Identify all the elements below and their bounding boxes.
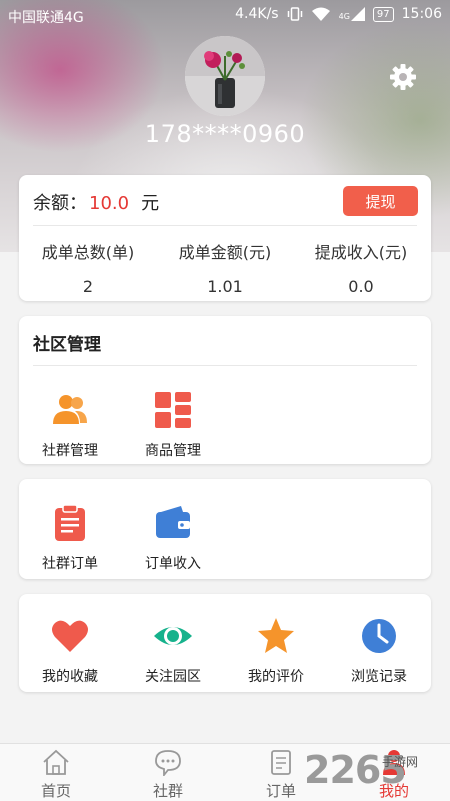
wallet-icon	[156, 506, 190, 538]
stat-value: 0.0	[348, 277, 374, 296]
product-manage-item[interactable]: 商品管理	[123, 390, 223, 460]
signal-icon	[350, 7, 365, 21]
order-icon	[271, 750, 291, 775]
clock-icon	[362, 619, 396, 653]
stat-order-count: 成单总数(单) 2	[18, 239, 158, 296]
status-bar: 中国联通4G 4.4K/s 4G 97 15:06	[0, 0, 450, 32]
community-orders-item[interactable]: 社群订单	[20, 503, 120, 573]
community-manage-item[interactable]: 社群管理	[20, 390, 120, 460]
stat-order-amount: 成单金额(元) 1.01	[155, 239, 295, 296]
vibrate-icon	[287, 7, 302, 21]
carrier-label: 中国联通4G	[8, 10, 84, 26]
balance-label: 余额：	[33, 193, 87, 214]
activity-card: 我的收藏 关注园区 我的评价 浏览记录	[19, 594, 431, 692]
clipboard-icon	[55, 504, 85, 541]
eye-icon	[154, 627, 192, 645]
order-income-item[interactable]: 订单收入	[123, 503, 223, 573]
my-reviews-item[interactable]: 我的评价	[226, 616, 326, 686]
heart-icon	[52, 620, 88, 652]
stat-label: 成单金额(元)	[178, 243, 272, 262]
flower-vase-avatar-icon	[185, 36, 265, 116]
wifi-icon	[311, 7, 330, 21]
item-label: 商品管理	[145, 443, 201, 459]
stat-value: 2	[82, 277, 94, 296]
balance-card: 余额： 10.0 元 提现 成单总数(单) 2 成单金额(元) 1.01 提成收…	[19, 175, 431, 301]
item-label: 订单收入	[145, 556, 201, 572]
network-speed: 4.4K/s	[235, 6, 279, 22]
stat-value: 1.01	[207, 277, 243, 296]
followed-parks-item[interactable]: 关注园区	[123, 616, 223, 686]
balance-unit: 元	[141, 193, 160, 214]
star-icon	[258, 618, 294, 653]
home-icon	[43, 749, 69, 775]
item-label: 社群管理	[42, 443, 98, 459]
divider	[33, 365, 417, 366]
browse-history-item[interactable]: 浏览记录	[329, 616, 429, 686]
section-title: 社区管理	[33, 335, 101, 355]
watermark-subtitle: 手游网	[382, 755, 419, 769]
nav-community[interactable]: 社群	[128, 748, 208, 801]
item-label: 关注园区	[145, 669, 201, 685]
divider	[33, 225, 417, 226]
community-management-card: 社区管理 社群管理 商品管理	[19, 316, 431, 464]
clock: 15:06	[401, 6, 442, 22]
settings-gear-icon[interactable]	[388, 62, 418, 92]
battery-indicator: 97	[372, 6, 394, 22]
item-label: 社群订单	[42, 556, 98, 572]
nav-home[interactable]: 首页	[16, 748, 96, 801]
user-phone-number: 178****0960	[144, 120, 306, 148]
avatar[interactable]	[185, 36, 265, 116]
item-label: 浏览记录	[351, 669, 407, 685]
users-icon	[53, 395, 87, 424]
withdraw-button[interactable]: 提现	[343, 186, 418, 216]
item-label: 我的收藏	[42, 669, 98, 685]
grid-icon	[155, 392, 191, 428]
my-favorites-item[interactable]: 我的收藏	[20, 616, 120, 686]
nav-label: 首页	[40, 782, 71, 800]
nav-label: 社群	[152, 782, 183, 800]
balance-value: 10.0	[89, 193, 130, 214]
chat-icon	[155, 750, 181, 778]
stat-label: 提成收入(元)	[314, 243, 408, 262]
network-type: 4G	[338, 12, 350, 21]
balance-row: 余额： 10.0 元	[33, 189, 159, 215]
item-label: 我的评价	[248, 669, 304, 685]
stat-commission-income: 提成收入(元) 0.0	[291, 239, 431, 296]
orders-card: 社群订单 订单收入	[19, 479, 431, 579]
stat-label: 成单总数(单)	[41, 243, 135, 262]
